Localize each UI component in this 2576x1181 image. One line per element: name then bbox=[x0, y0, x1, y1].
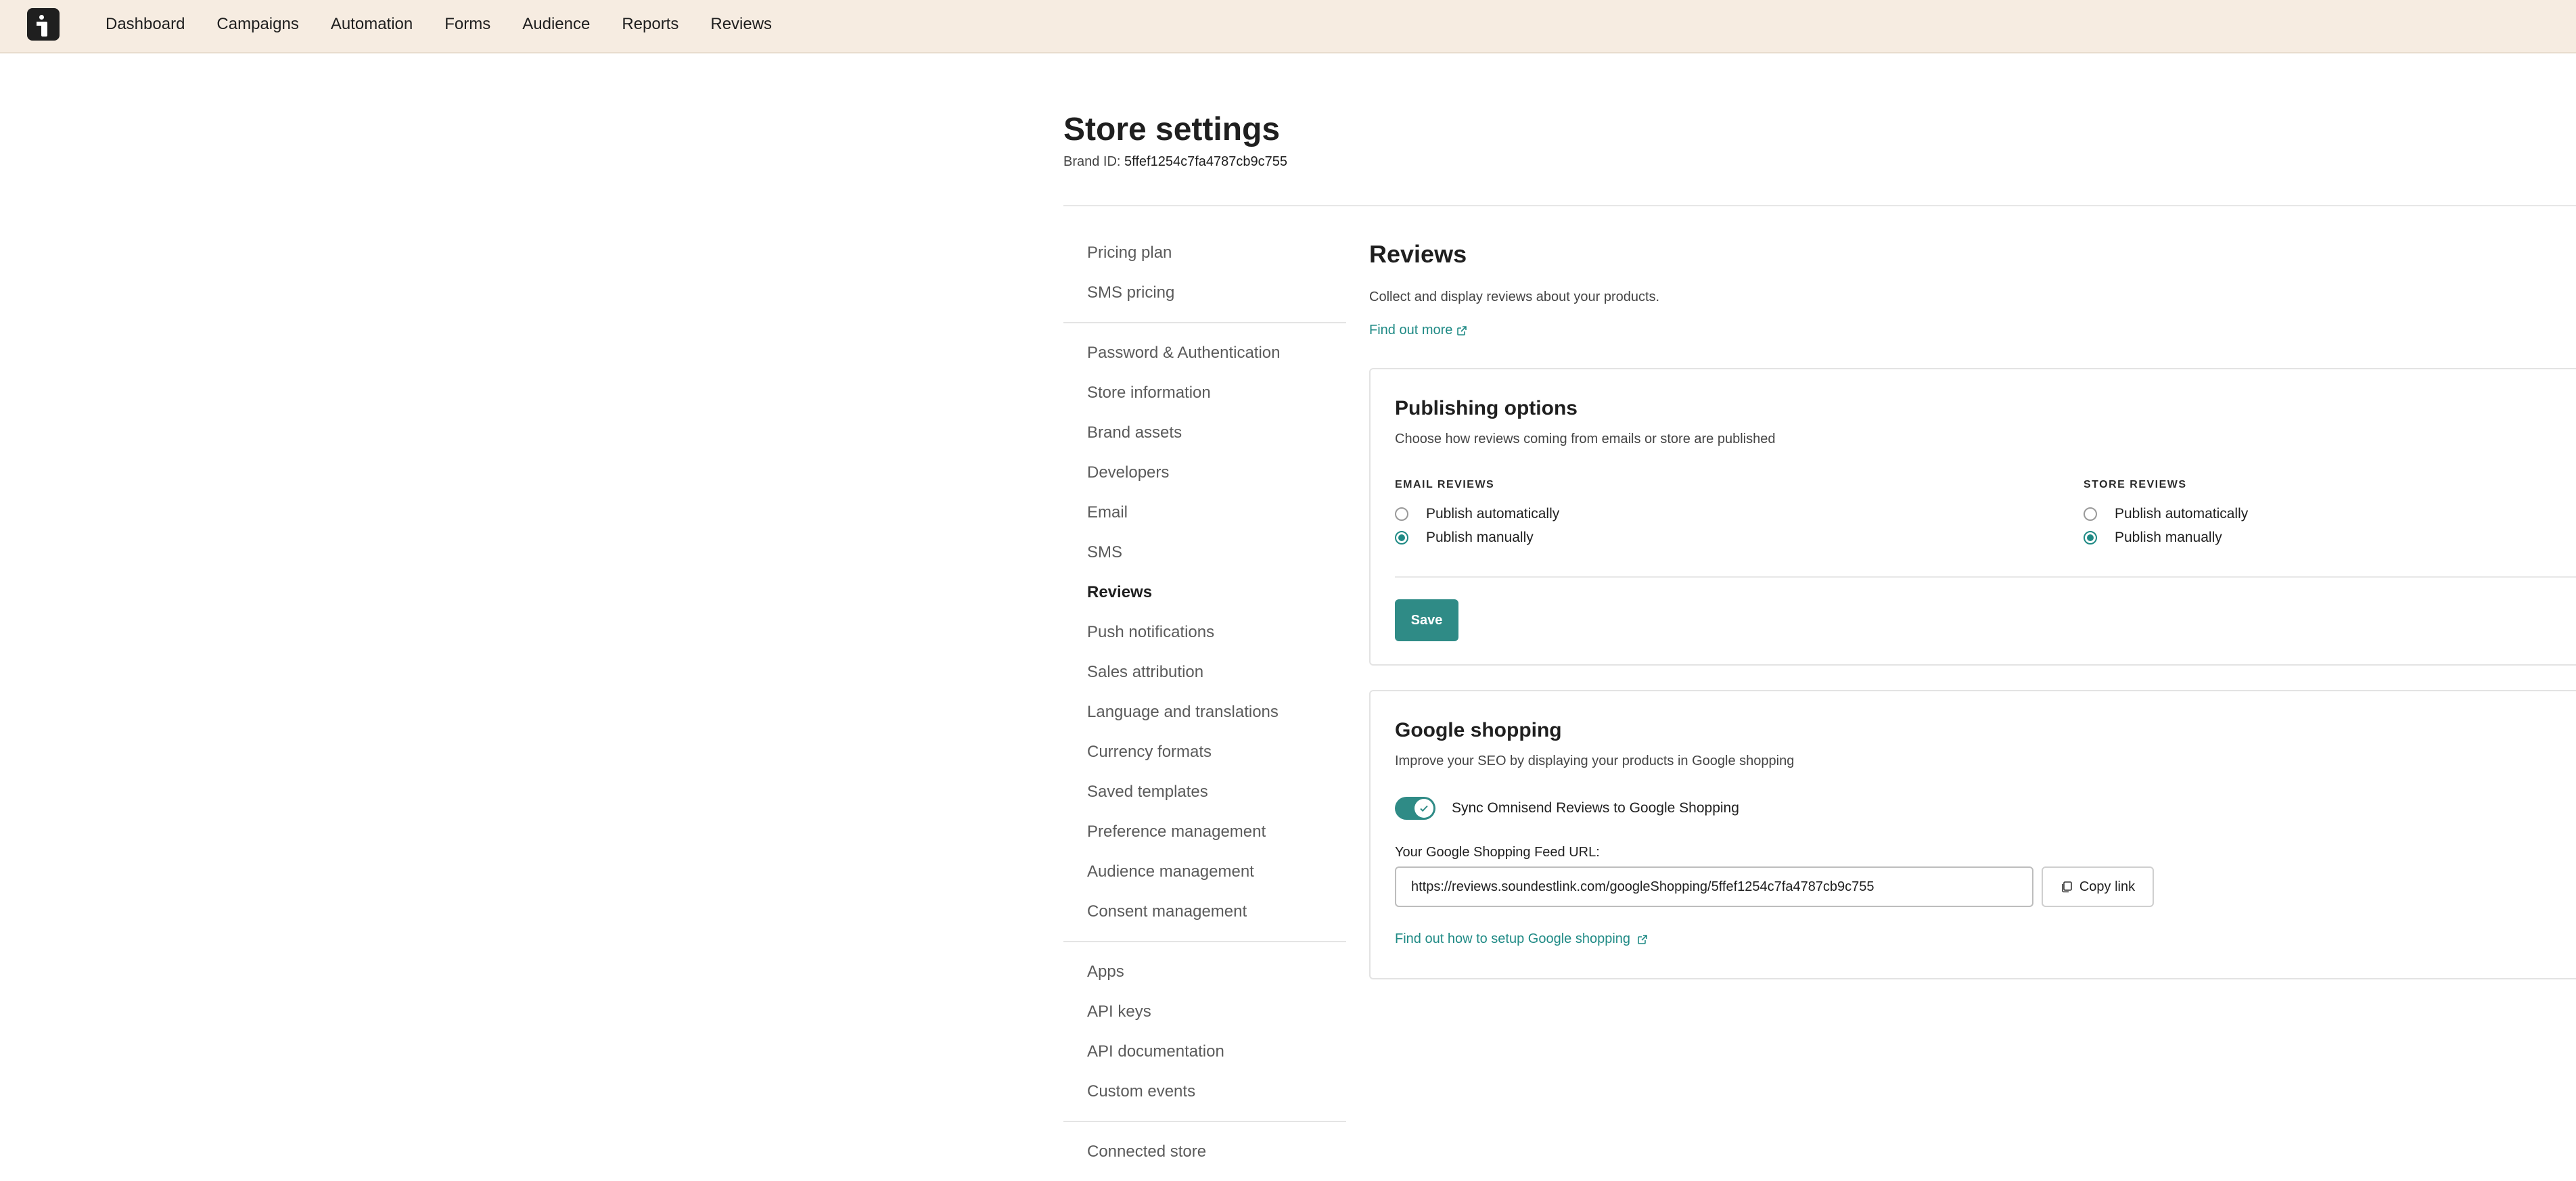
toggle-knob bbox=[1414, 799, 1433, 818]
nav-reports[interactable]: Reports bbox=[622, 15, 678, 34]
sync-google-shopping-toggle-row[interactable]: Sync Omnisend Reviews to Google Shopping bbox=[1395, 797, 1739, 820]
sidebar-group-developers: Apps API keys API documentation Custom e… bbox=[1063, 941, 1346, 1121]
sidebar-item-api-keys[interactable]: API keys bbox=[1063, 992, 1346, 1032]
sidebar-item-consent-management[interactable]: Consent management bbox=[1063, 891, 1346, 931]
sidebar-item-connected-store[interactable]: Connected store bbox=[1063, 1132, 1346, 1172]
brand-id-value: 5ffef1254c7fa4787cb9c755 bbox=[1124, 154, 1288, 169]
sidebar-group-billing: Pricing plan SMS pricing bbox=[1063, 223, 1346, 322]
setup-google-shopping-link[interactable]: Find out how to setup Google shopping bbox=[1395, 931, 1648, 947]
store-publish-automatically-radio[interactable] bbox=[2084, 507, 2097, 521]
external-link-icon bbox=[1457, 325, 1467, 335]
email-publish-automatically-label: Publish automatically bbox=[1426, 506, 1560, 522]
publishing-options-description: Choose how reviews coming from emails or… bbox=[1395, 432, 1776, 446]
sidebar-item-email[interactable]: Email bbox=[1063, 492, 1346, 532]
nav-campaigns[interactable]: Campaigns bbox=[216, 15, 298, 34]
nav-reviews[interactable]: Reviews bbox=[710, 15, 772, 34]
google-shopping-card: Google shopping Improve your SEO by disp… bbox=[1369, 690, 2576, 979]
omnisend-logo-icon[interactable] bbox=[27, 8, 60, 41]
publishing-divider bbox=[1395, 576, 2576, 578]
sidebar-item-sms-pricing[interactable]: SMS pricing bbox=[1063, 273, 1346, 312]
store-reviews-label: STORE REVIEWS bbox=[2084, 479, 2187, 490]
nav-dashboard[interactable]: Dashboard bbox=[106, 15, 185, 34]
sidebar-item-store-information[interactable]: Store information bbox=[1063, 373, 1346, 413]
sidebar-item-sms[interactable]: SMS bbox=[1063, 532, 1346, 572]
find-out-more-label: Find out more bbox=[1369, 323, 1453, 338]
store-publish-manually-radio[interactable] bbox=[2084, 531, 2097, 545]
email-publish-manually-radio[interactable] bbox=[1395, 531, 1408, 545]
page-title: Store settings bbox=[1063, 112, 1281, 147]
find-out-more-link[interactable]: Find out more bbox=[1369, 323, 2576, 338]
header-divider bbox=[1063, 205, 2576, 206]
sidebar-item-push-notifications[interactable]: Push notifications bbox=[1063, 612, 1346, 652]
email-reviews-label: EMAIL REVIEWS bbox=[1395, 479, 1495, 490]
sidebar-item-preference-management[interactable]: Preference management bbox=[1063, 812, 1346, 852]
sidebar-item-saved-templates[interactable]: Saved templates bbox=[1063, 772, 1346, 812]
save-button[interactable]: Save bbox=[1395, 599, 1458, 641]
sidebar-item-password-authentication[interactable]: Password & Authentication bbox=[1063, 333, 1346, 373]
nav-forms[interactable]: Forms bbox=[444, 15, 490, 34]
google-shopping-description: Improve your SEO by displaying your prod… bbox=[1395, 754, 1795, 768]
brand-id-line: Brand ID: 5ffef1254c7fa4787cb9c755 bbox=[1063, 154, 1287, 170]
sidebar-item-api-documentation[interactable]: API documentation bbox=[1063, 1032, 1346, 1071]
sidebar-item-reviews[interactable]: Reviews bbox=[1063, 572, 1346, 612]
brand-id-label: Brand ID: bbox=[1063, 154, 1121, 169]
copy-icon bbox=[2062, 881, 2072, 893]
checkmark-icon bbox=[1420, 805, 1428, 812]
feed-url-input[interactable] bbox=[1395, 866, 2033, 907]
sidebar-item-developers[interactable]: Developers bbox=[1063, 453, 1346, 492]
publishing-options-title: Publishing options bbox=[1395, 397, 1578, 419]
email-publish-automatically-radio[interactable] bbox=[1395, 507, 1408, 521]
store-publish-automatically-label: Publish automatically bbox=[2115, 506, 2249, 522]
publishing-options-card: Publishing options Choose how reviews co… bbox=[1369, 368, 2576, 666]
sidebar-item-audience-management[interactable]: Audience management bbox=[1063, 852, 1346, 891]
external-link-icon bbox=[1638, 934, 1647, 944]
sidebar-item-currency-formats[interactable]: Currency formats bbox=[1063, 732, 1346, 772]
store-publish-manually-label: Publish manually bbox=[2115, 530, 2222, 545]
store-publish-automatically-option[interactable]: Publish automatically bbox=[2084, 506, 2248, 522]
sidebar-item-language-translations[interactable]: Language and translations bbox=[1063, 692, 1346, 732]
feed-url-label: Your Google Shopping Feed URL: bbox=[1395, 845, 1600, 860]
reviews-section-title: Reviews bbox=[1369, 240, 1467, 268]
copy-link-label: Copy link bbox=[2079, 879, 2136, 894]
email-publish-automatically-option[interactable]: Publish automatically bbox=[1395, 506, 1559, 522]
settings-sidebar: Pricing plan SMS pricing Password & Auth… bbox=[1063, 223, 1346, 1181]
google-shopping-title: Google shopping bbox=[1395, 719, 1562, 741]
setup-google-shopping-label: Find out how to setup Google shopping bbox=[1395, 931, 1631, 946]
email-publish-manually-option[interactable]: Publish manually bbox=[1395, 530, 1534, 546]
store-publish-manually-option[interactable]: Publish manually bbox=[2084, 530, 2222, 546]
sidebar-item-apps[interactable]: Apps bbox=[1063, 952, 1346, 992]
sidebar-item-brand-assets[interactable]: Brand assets bbox=[1063, 413, 1346, 453]
top-navigation-bar: Dashboard Campaigns Automation Forms Aud… bbox=[0, 0, 2576, 53]
main-nav: Dashboard Campaigns Automation Forms Aud… bbox=[106, 0, 804, 49]
email-publish-manually-label: Publish manually bbox=[1426, 530, 1534, 545]
sync-google-shopping-toggle[interactable] bbox=[1395, 797, 1435, 820]
reviews-settings-content: Reviews Collect and display reviews abou… bbox=[1369, 238, 2576, 979]
sidebar-item-custom-events[interactable]: Custom events bbox=[1063, 1071, 1346, 1111]
sidebar-item-pricing-plan[interactable]: Pricing plan bbox=[1063, 233, 1346, 273]
nav-audience[interactable]: Audience bbox=[522, 15, 590, 34]
nav-automation[interactable]: Automation bbox=[331, 15, 413, 34]
copy-link-button[interactable]: Copy link bbox=[2042, 866, 2154, 907]
sidebar-group-store: Connected store bbox=[1063, 1121, 1346, 1181]
reviews-section-description: Collect and display reviews about your p… bbox=[1369, 290, 1660, 304]
sidebar-group-settings: Password & Authentication Store informat… bbox=[1063, 322, 1346, 941]
sidebar-item-sales-attribution[interactable]: Sales attribution bbox=[1063, 652, 1346, 692]
sync-google-shopping-label: Sync Omnisend Reviews to Google Shopping bbox=[1452, 800, 1739, 816]
